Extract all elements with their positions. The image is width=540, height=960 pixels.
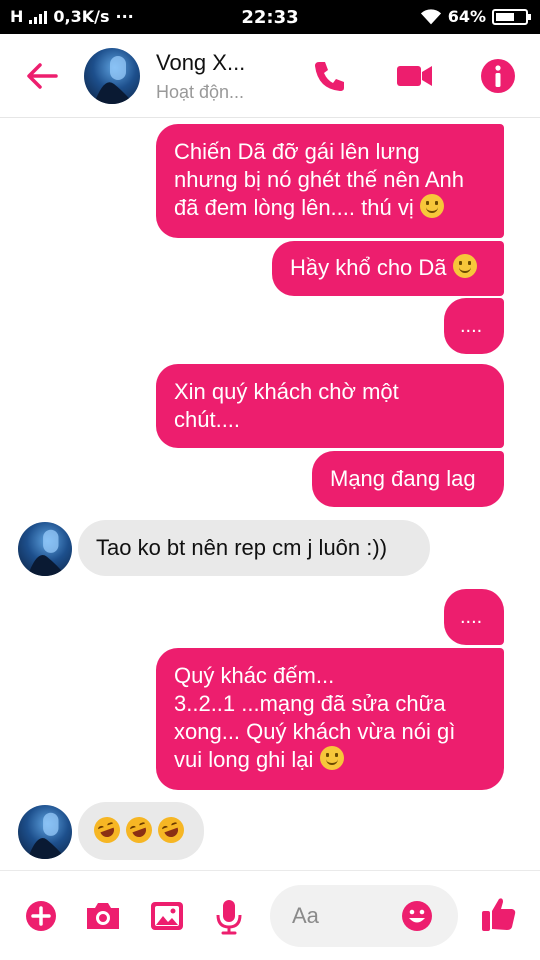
message-line: Hầy khổ cho Dã bbox=[290, 255, 447, 280]
plus-icon[interactable] bbox=[20, 895, 62, 937]
message-bubble-outgoing[interactable]: .... bbox=[444, 589, 504, 645]
message-line: đã đem lòng lên.... thú vị bbox=[174, 195, 414, 220]
smiling-face-emoji-icon bbox=[319, 746, 344, 770]
message-line: chút.... bbox=[174, 407, 241, 432]
message-composer: Aa bbox=[0, 870, 540, 960]
message-bubble-outgoing[interactable]: Hầy khổ cho Dã bbox=[272, 241, 504, 296]
rolling-on-floor-laughing-emoji-icon bbox=[154, 813, 188, 847]
rolling-on-floor-laughing-emoji-icon bbox=[122, 813, 156, 847]
message-bubble-outgoing[interactable]: Mạng đang lag bbox=[312, 451, 504, 507]
status-right: 64% bbox=[420, 7, 531, 26]
message-line: Tao ko bt nên rep cm j luôn :)) bbox=[96, 535, 388, 560]
message-line: .... bbox=[460, 315, 483, 337]
contact-status: Hoạt độn... bbox=[156, 82, 245, 102]
phone-call-icon[interactable] bbox=[310, 56, 350, 96]
camera-icon[interactable] bbox=[82, 895, 124, 937]
contact-avatar-small[interactable] bbox=[18, 805, 72, 859]
rolling-on-floor-laughing-emoji-icon bbox=[90, 813, 124, 847]
message-line: Xin quý khách chờ một bbox=[174, 379, 399, 404]
battery-percent: 64% bbox=[447, 7, 486, 26]
info-icon[interactable] bbox=[478, 56, 518, 96]
message-line: Quý khác đếm... bbox=[174, 663, 335, 688]
video-call-icon[interactable] bbox=[394, 56, 434, 96]
gallery-icon[interactable] bbox=[146, 895, 188, 937]
message-bubble-outgoing[interactable]: Quý khác đếm... 3..2..1 ...mạng đã sửa c… bbox=[156, 648, 504, 790]
contact-name[interactable]: Vong X... bbox=[156, 50, 245, 76]
battery-icon bbox=[492, 8, 531, 25]
message-input-placeholder: Aa bbox=[292, 903, 319, 928]
contact-avatar-small[interactable] bbox=[18, 522, 72, 576]
microphone-icon[interactable] bbox=[208, 895, 250, 937]
thumbs-up-icon[interactable] bbox=[478, 893, 520, 935]
message-line: vui long ghi lại bbox=[174, 747, 314, 772]
message-line: nhưng bị nó ghét thế nên Anh bbox=[174, 167, 464, 192]
chat-header: Vong X... Hoạt độn... bbox=[0, 34, 540, 118]
message-line: xong... Quý khách vừa nói gì bbox=[174, 719, 456, 744]
message-line: Chiến Dã đỡ gái lên lưng bbox=[174, 139, 420, 164]
contact-avatar[interactable] bbox=[84, 48, 140, 104]
message-bubble-outgoing[interactable]: Xin quý khách chờ một chút.... bbox=[156, 364, 504, 448]
message-bubble-incoming[interactable]: Tao ko bt nên rep cm j luôn :)) bbox=[78, 520, 430, 576]
message-line: .... bbox=[460, 606, 483, 628]
emoji-picker-icon[interactable] bbox=[400, 899, 434, 933]
back-arrow-icon[interactable] bbox=[22, 56, 62, 96]
message-bubble-incoming[interactable] bbox=[78, 802, 204, 860]
smiling-face-emoji-icon bbox=[452, 254, 477, 278]
smiling-face-emoji-icon bbox=[419, 194, 444, 218]
avatar-image bbox=[27, 529, 67, 576]
message-line: Mạng đang lag bbox=[330, 466, 476, 491]
message-bubble-outgoing[interactable]: Chiến Dã đỡ gái lên lưng nhưng bị nó ghé… bbox=[156, 124, 504, 238]
message-line: 3..2..1 ...mạng đã sửa chữa bbox=[174, 691, 446, 716]
wifi-icon bbox=[420, 8, 441, 24]
avatar-image bbox=[94, 56, 134, 104]
message-bubble-outgoing[interactable]: .... bbox=[444, 298, 504, 354]
message-input[interactable]: Aa bbox=[270, 885, 458, 947]
avatar-image bbox=[27, 812, 67, 859]
status-bar: H 0,3K/s ··· 22:33 64% bbox=[0, 0, 540, 34]
